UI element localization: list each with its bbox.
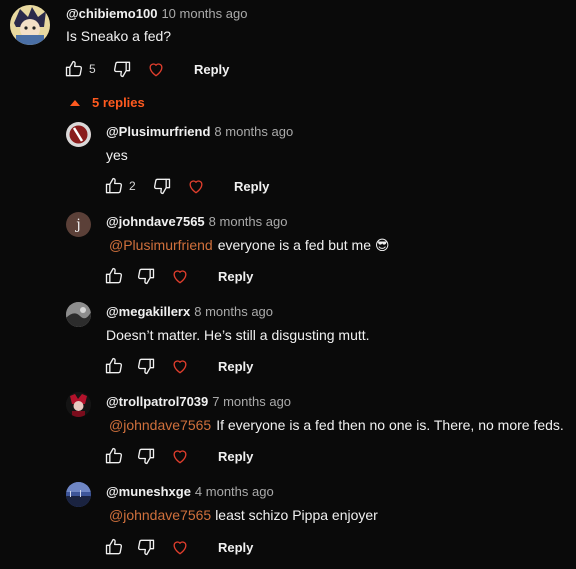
author-name[interactable]: @Plusimurfriend [106,124,210,139]
avatar[interactable] [66,482,91,507]
comment-text-content: Is Sneako a fed? [66,28,172,44]
dislike-icon[interactable] [135,445,157,467]
comment-header: @trollpatrol7039 7 months ago [106,394,291,409]
comment-text: Doesn’t matter. He’s still a disgusting … [106,327,370,343]
author-name[interactable]: @johndave7565 [106,214,205,229]
comment-text-content: yes [106,147,128,163]
reply-button[interactable]: Reply [218,269,253,284]
comment-text: @johndave7565 least schizo Pippa enjoyer [109,507,378,523]
avatar[interactable] [66,122,91,147]
reply-comment: j @johndave7565 8 months ago @Plusimurfri… [0,208,576,298]
timestamp[interactable]: 8 months ago [194,304,273,319]
dislike-icon[interactable] [135,355,157,377]
main-comment: @chibiemo100 10 months ago Is Sneako a fe… [0,0,576,90]
like-icon[interactable] [103,445,125,467]
mention-link[interactable]: @johndave7565 [109,507,211,523]
heart-icon[interactable] [169,536,191,558]
avatar[interactable] [66,302,91,327]
like-icon[interactable] [103,265,125,287]
comment-header: @megakillerx 8 months ago [106,304,273,319]
comment-actions: 5 Reply [63,57,229,81]
comment-header: @Plusimurfriend 8 months ago [106,124,293,139]
heart-icon[interactable] [169,265,191,287]
comment-actions: Reply [103,264,253,288]
dislike-icon[interactable] [111,58,133,80]
reply-comment: @muneshxge 4 months ago @johndave7565 leas… [0,478,576,568]
reply-button[interactable]: Reply [194,62,229,77]
avatar[interactable]: j [66,212,91,237]
heart-icon[interactable] [145,58,167,80]
author-name[interactable]: @chibiemo100 [66,6,157,21]
comment-header: @muneshxge 4 months ago [106,484,274,499]
timestamp[interactable]: 7 months ago [212,394,291,409]
comment-text-content: everyone is a fed but me 😎 [217,237,390,253]
mention-link[interactable]: @johndave7565 [109,417,211,433]
reply-comment: @Plusimurfriend 8 months ago yes 2 Reply [0,118,576,208]
like-icon[interactable] [103,355,125,377]
dislike-icon[interactable] [135,265,157,287]
timestamp[interactable]: 8 months ago [214,124,293,139]
replies-count-label: 5 replies [92,95,145,110]
timestamp[interactable]: 10 months ago [161,6,247,21]
comment-text: @Plusimurfriend everyone is a fed but me … [109,237,389,254]
heart-icon[interactable] [185,175,207,197]
avatar[interactable] [10,5,50,45]
comment-text-content: least schizo Pippa enjoyer [215,507,378,523]
reply-button[interactable]: Reply [218,359,253,374]
avatar-letter: j [76,216,81,233]
heart-icon[interactable] [169,445,191,467]
author-name[interactable]: @trollpatrol7039 [106,394,208,409]
comment-actions: 2 Reply [103,174,269,198]
reply-comment: @trollpatrol7039 7 months ago @johndave75… [0,388,576,478]
chevron-up-icon [70,99,80,106]
reply-button[interactable]: Reply [218,449,253,464]
timestamp[interactable]: 4 months ago [195,484,274,499]
mention-link[interactable]: @Plusimurfriend [109,237,213,253]
timestamp[interactable]: 8 months ago [209,214,288,229]
dislike-icon[interactable] [135,536,157,558]
comment-actions: Reply [103,354,253,378]
reply-comment: @megakillerx 8 months ago Doesn’t matter.… [0,298,576,388]
comment-actions: Reply [103,444,253,468]
author-name[interactable]: @megakillerx [106,304,190,319]
comment-header: @chibiemo100 10 months ago [66,6,247,21]
reply-button[interactable]: Reply [234,179,269,194]
replies-toggle-button[interactable]: 5 replies [68,95,145,110]
comment-header: @johndave7565 8 months ago [106,214,287,229]
like-count: 2 [129,179,136,193]
avatar[interactable] [66,392,91,417]
dislike-icon[interactable] [151,175,173,197]
reply-button[interactable]: Reply [218,540,253,555]
comment-text: @johndave7565 If everyone is a fed then n… [109,417,564,433]
comment-text-content: If everyone is a fed then no one is. The… [216,417,564,433]
comment-text: Is Sneako a fed? [66,28,171,44]
like-icon[interactable] [63,58,85,80]
author-name[interactable]: @muneshxge [106,484,191,499]
like-icon[interactable] [103,175,125,197]
heart-icon[interactable] [169,355,191,377]
comment-text-content: Doesn’t matter. He’s still a disgusting … [106,327,370,343]
like-count: 5 [89,62,96,76]
comment-text: yes [106,147,128,163]
like-icon[interactable] [103,536,125,558]
comment-actions: Reply [103,535,253,559]
